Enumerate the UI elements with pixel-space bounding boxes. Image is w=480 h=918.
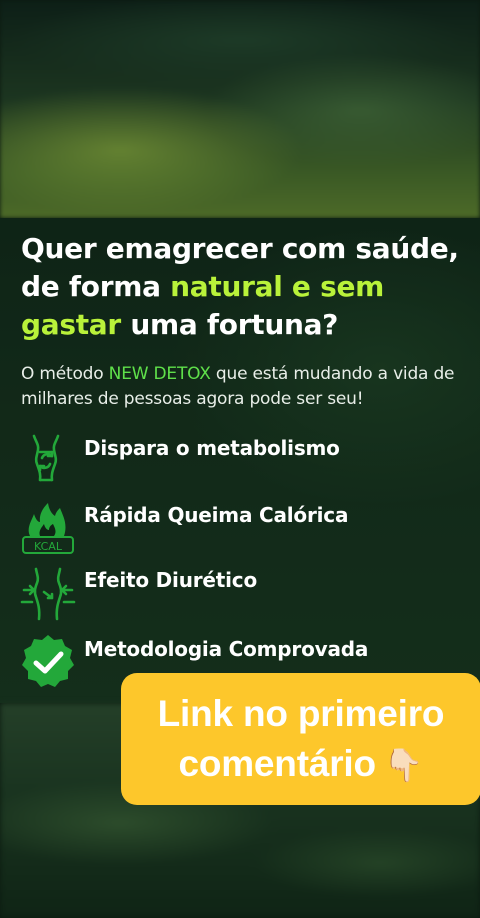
subtext-brand: NEW DETOX [108, 364, 211, 384]
comment-link-button[interactable]: Link no primeiro comentário 👇🏻 [121, 673, 480, 805]
waist-diuretic-icon [20, 567, 76, 621]
subtext: O método NEW DETOX que está mudando a vi… [21, 362, 471, 412]
cta-line-2: comentário 👇🏻 [178, 739, 423, 790]
check-badge-icon [22, 635, 74, 687]
kcal-text: KCAL [34, 540, 63, 553]
feature-item-calorie-burn: KCAL Rápida Queima Calórica [20, 500, 460, 556]
headline: Quer emagrecer com saúde, de forma natur… [21, 230, 471, 344]
pointing-down-icon: 👇🏻 [383, 745, 424, 784]
body-metabolism-icon [32, 434, 60, 482]
feature-label: Metodologia Comprovada [84, 637, 369, 661]
headline-line-2-prefix: de forma [21, 270, 171, 303]
headline-line-1: Quer emagrecer com saúde, [21, 232, 459, 265]
headline-line-3-suffix: uma fortuna? [120, 308, 339, 341]
feature-item-diuretic: Efeito Diurético [20, 566, 460, 622]
kcal-flame-icon: KCAL [22, 503, 74, 554]
cta-line-2-text: comentário [178, 742, 376, 784]
feature-label: Dispara o metabolismo [84, 436, 340, 460]
feature-item-metabolism: Dispara o metabolismo [20, 432, 460, 488]
subtext-prefix: O método [21, 364, 109, 384]
feature-label: Efeito Diurético [84, 568, 257, 592]
feature-label: Rápida Queima Calórica [84, 503, 349, 527]
background-top-blur [0, 0, 480, 218]
headline-line-3-highlight: gastar [21, 308, 121, 341]
cta-line-1: Link no primeiro [157, 692, 445, 734]
headline-line-2-highlight: natural e sem [170, 270, 385, 303]
